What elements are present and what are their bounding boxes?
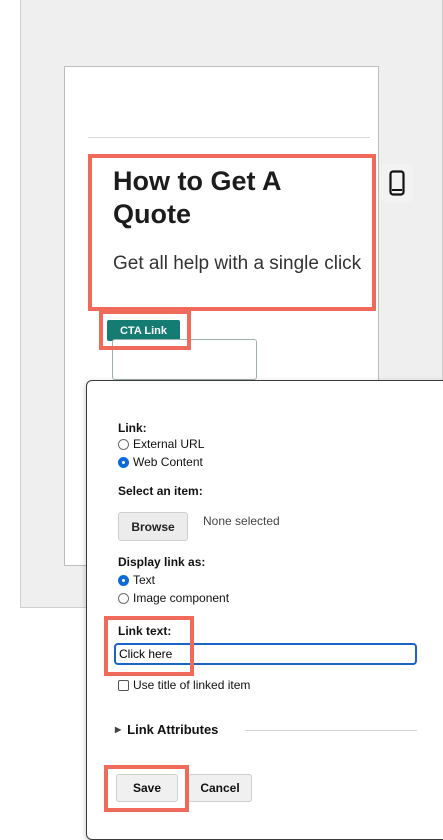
highlight-cta <box>99 310 191 350</box>
highlight-link-text <box>104 616 194 676</box>
radio-label: Web Content <box>133 455 203 469</box>
cancel-button[interactable]: Cancel <box>188 774 252 802</box>
link-attributes-toggle[interactable]: ▶ Link Attributes <box>115 722 218 737</box>
radio-external-url[interactable]: External URL <box>118 437 204 451</box>
link-dialog: Link: External URL Web Content Select an… <box>86 380 443 840</box>
selection-status: None selected <box>203 514 280 528</box>
use-title-label: Use title of linked item <box>133 678 251 692</box>
mobile-preview-button[interactable] <box>380 164 414 202</box>
radio-icon[interactable] <box>118 438 129 450</box>
mobile-device-icon <box>389 170 405 196</box>
radio-icon-checked[interactable] <box>118 574 129 586</box>
checkbox-icon[interactable] <box>118 679 129 691</box>
highlight-headline <box>88 154 376 311</box>
radio-icon[interactable] <box>118 592 129 604</box>
section-rule <box>245 730 417 731</box>
radio-label: External URL <box>133 437 205 451</box>
browse-button[interactable]: Browse <box>118 512 188 541</box>
display-as-label: Display link as: <box>118 555 206 569</box>
radio-icon-checked[interactable] <box>118 456 129 468</box>
radio-display-image[interactable]: Image component <box>118 591 229 605</box>
highlight-save <box>104 765 189 812</box>
select-item-label: Select an item: <box>118 484 203 498</box>
radio-label: Text <box>133 573 156 587</box>
divider <box>88 137 370 138</box>
link-label: Link: <box>118 421 147 435</box>
use-title-option[interactable]: Use title of linked item <box>118 678 250 692</box>
radio-label: Image component <box>133 591 230 605</box>
chevron-right-icon: ▶ <box>115 725 122 734</box>
link-attributes-label: Link Attributes <box>127 722 219 737</box>
radio-display-text[interactable]: Text <box>118 573 155 587</box>
radio-web-content[interactable]: Web Content <box>118 455 203 469</box>
